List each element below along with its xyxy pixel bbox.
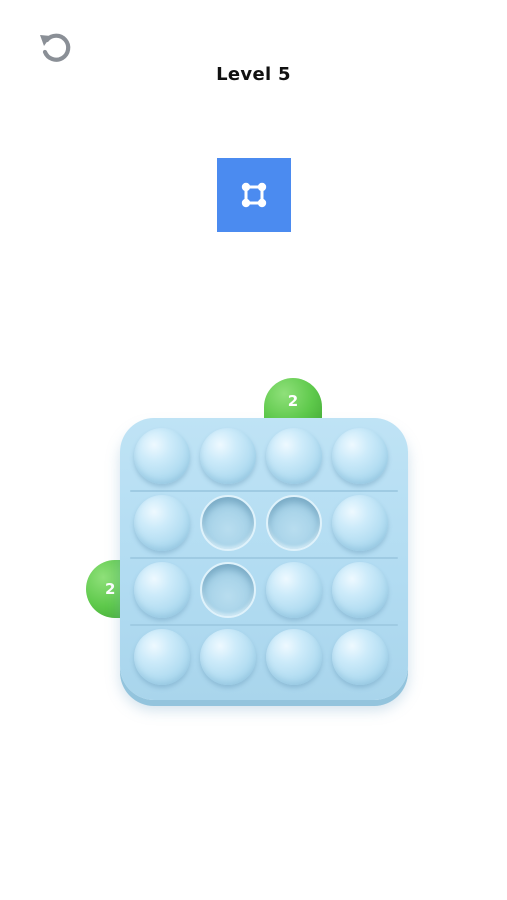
bubble[interactable] [134,562,190,618]
bubble[interactable] [266,562,322,618]
bubble-popped[interactable] [266,495,322,551]
shape-selector-button[interactable] [217,158,291,232]
left-count-label: 2 [105,580,116,598]
bubble[interactable] [134,428,190,484]
bubble[interactable] [266,629,322,685]
bubble[interactable] [134,495,190,551]
bubble[interactable] [134,629,190,685]
row-divider [130,624,398,626]
row-divider [130,490,398,492]
bubble[interactable] [332,562,388,618]
bubble-popped[interactable] [200,495,256,551]
bubble[interactable] [332,428,388,484]
bubble[interactable] [332,629,388,685]
level-title: Level 5 [216,64,291,85]
restart-button[interactable] [36,30,74,66]
bubble[interactable] [200,629,256,685]
top-count-label: 2 [287,392,299,410]
restart-icon [40,33,71,62]
bubble[interactable] [266,428,322,484]
bubble[interactable] [332,495,388,551]
square-nodes-icon [241,182,267,208]
pop-it-board [120,418,408,700]
bubble-popped[interactable] [200,562,256,618]
row-divider [130,557,398,559]
bubble[interactable] [200,428,256,484]
